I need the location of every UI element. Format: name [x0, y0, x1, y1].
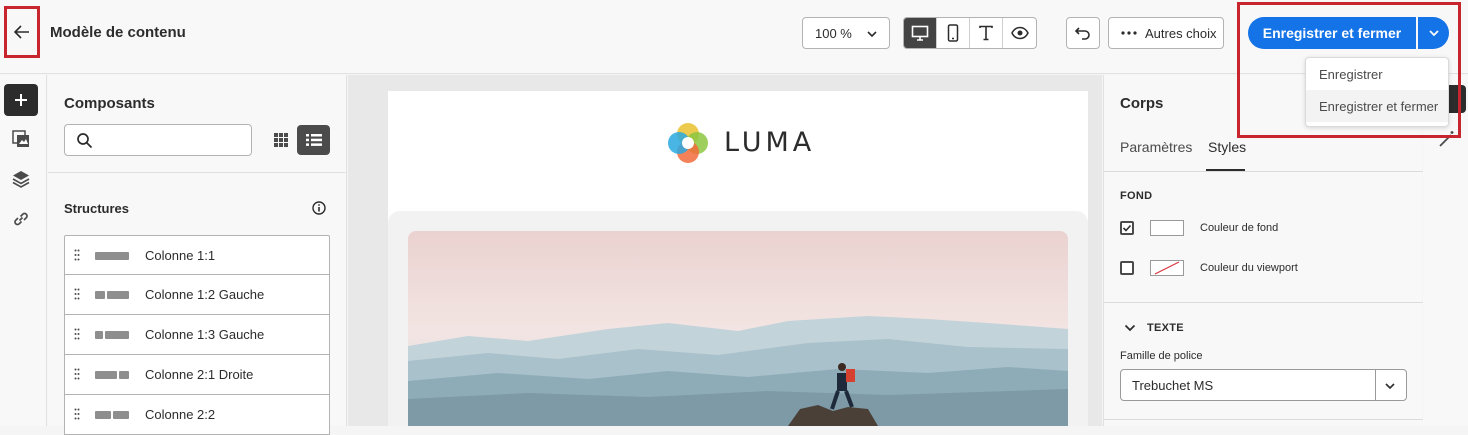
mountain-image — [408, 231, 1068, 426]
eye-icon — [1010, 26, 1029, 40]
tab-styles[interactable]: Styles — [1208, 139, 1246, 155]
view-mode-group — [903, 17, 1037, 49]
undo-button[interactable] — [1066, 17, 1100, 49]
desktop-view-button[interactable] — [904, 18, 937, 48]
checkmark-icon — [1122, 224, 1132, 232]
menu-item-save-and-close[interactable]: Enregistrer et fermer — [1306, 90, 1448, 122]
text-view-button[interactable] — [970, 18, 1003, 48]
structure-item[interactable]: Colonne 2:2 — [64, 395, 330, 435]
desktop-icon — [911, 25, 929, 41]
font-family-select[interactable]: Trebuchet MS — [1120, 369, 1407, 401]
drag-handle-icon — [74, 368, 80, 380]
info-button[interactable] — [312, 201, 326, 220]
components-title: Composants — [64, 95, 155, 112]
drag-handle-icon — [74, 408, 80, 420]
arrow-left-icon — [13, 25, 29, 39]
components-panel: Composants Structures Colonne 1:1 Colonn… — [48, 75, 347, 435]
no-color-icon — [1154, 261, 1180, 275]
structure-label: Colonne 1:2 Gauche — [145, 287, 265, 302]
assets-button[interactable] — [11, 129, 31, 154]
page-title: Modèle de contenu — [50, 24, 186, 41]
divider — [48, 172, 346, 173]
chevron-down-icon[interactable] — [1124, 323, 1136, 333]
grid-view-icon — [274, 133, 288, 147]
save-dropdown-menu: Enregistrer Enregistrer et fermer — [1305, 57, 1449, 127]
structure-item[interactable]: Colonne 1:1 — [64, 235, 330, 275]
drag-handle-icon — [74, 328, 80, 340]
viewport-color-label: Couleur du viewport — [1200, 262, 1298, 274]
info-icon — [312, 201, 326, 215]
texte-section-label: TEXTE — [1147, 322, 1184, 334]
preview-button[interactable] — [1003, 18, 1036, 48]
structures-list: Colonne 1:1 Colonne 1:2 Gauche Colonne 1… — [64, 235, 330, 435]
bg-color-label: Couleur de fond — [1200, 222, 1279, 234]
structure-thumbnail — [95, 411, 129, 419]
drag-handle-icon — [74, 249, 80, 261]
structure-label: Colonne 2:1 Droite — [145, 367, 254, 382]
logo-text: LUMA — [724, 127, 816, 158]
structure-item[interactable]: Colonne 2:1 Droite — [64, 355, 330, 395]
structure-label: Colonne 2:2 — [145, 407, 216, 422]
mobile-icon — [947, 24, 959, 42]
left-rail — [0, 75, 47, 426]
structure-thumbnail — [95, 252, 129, 260]
structure-label: Colonne 1:3 Gauche — [145, 327, 265, 342]
divider — [1104, 302, 1423, 303]
mobile-view-button[interactable] — [937, 18, 970, 48]
fond-section-label: FOND — [1120, 190, 1153, 202]
structure-thumbnail — [95, 291, 129, 299]
layers-icon — [12, 171, 30, 188]
zoom-select[interactable]: 100 % — [802, 17, 890, 49]
viewport-color-swatch[interactable] — [1150, 260, 1184, 276]
structure-item[interactable]: Colonne 1:3 Gauche — [64, 315, 330, 355]
hero-image[interactable] — [408, 231, 1068, 426]
select-divider — [1375, 370, 1376, 400]
luma-logo-icon — [668, 123, 708, 163]
link-icon — [14, 212, 28, 226]
properties-title: Corps — [1120, 95, 1164, 112]
search-input[interactable] — [64, 124, 252, 156]
link-button[interactable] — [11, 209, 31, 234]
email-canvas[interactable]: LUMA — [348, 75, 1102, 426]
more-options-label: Autres choix — [1145, 25, 1217, 41]
grid-view-button[interactable] — [266, 125, 296, 155]
plus-icon — [15, 94, 27, 106]
structure-item[interactable]: Colonne 1:2 Gauche — [64, 275, 330, 315]
layers-button[interactable] — [11, 169, 31, 194]
assets-icon — [12, 130, 29, 147]
list-view-icon — [305, 134, 322, 146]
structure-thumbnail — [95, 371, 129, 379]
email-body[interactable]: LUMA — [388, 91, 1088, 426]
divider — [1104, 419, 1423, 420]
font-family-label: Famille de police — [1120, 350, 1203, 362]
more-icon — [1121, 31, 1137, 35]
menu-item-save[interactable]: Enregistrer — [1306, 58, 1448, 90]
search-icon — [77, 133, 93, 149]
text-icon — [979, 25, 993, 41]
undo-icon — [1074, 27, 1090, 40]
bg-color-swatch[interactable] — [1150, 220, 1184, 236]
zoom-value: 100 % — [815, 25, 852, 41]
add-button[interactable] — [4, 84, 38, 116]
structure-label: Colonne 1:1 — [145, 248, 216, 263]
list-view-button[interactable] — [297, 125, 330, 155]
drag-handle-icon — [74, 288, 80, 300]
more-options-button[interactable]: Autres choix — [1108, 17, 1224, 49]
divider — [1104, 171, 1423, 172]
viewport-color-checkbox[interactable] — [1120, 261, 1134, 275]
hero-container[interactable] — [388, 211, 1088, 426]
structures-title: Structures — [64, 201, 130, 216]
font-family-value: Trebuchet MS — [1132, 377, 1214, 393]
structure-thumbnail — [95, 331, 129, 339]
bg-color-checkbox[interactable] — [1120, 221, 1134, 235]
tab-parametres[interactable]: Paramètres — [1120, 139, 1192, 155]
chevron-down-icon — [1385, 383, 1395, 390]
back-button[interactable] — [4, 6, 40, 58]
chevron-down-icon — [867, 31, 877, 38]
